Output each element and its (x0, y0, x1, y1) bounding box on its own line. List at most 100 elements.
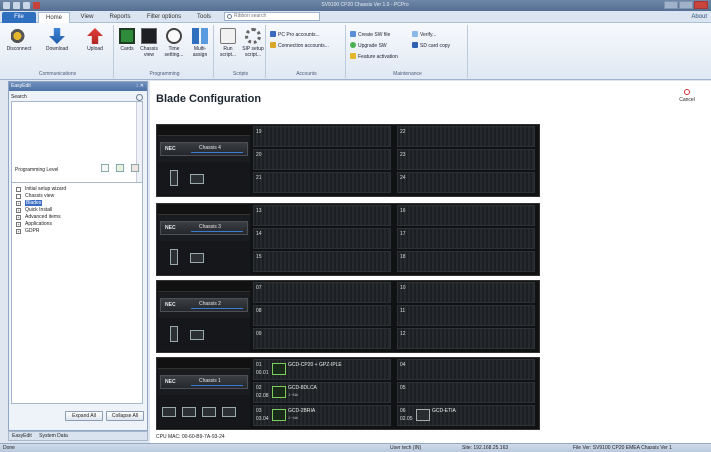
chassis-4[interactable]: NEC Chassis 4 19 22 20 23 21 24 (156, 124, 540, 197)
chassis-view-button[interactable]: Chassis view (138, 28, 160, 58)
tree-item-gdpr[interactable]: + GDPR (16, 228, 142, 235)
time-setting-button[interactable]: Time setting... (162, 28, 186, 58)
run-script-button[interactable]: Run script... (216, 28, 240, 58)
clock-icon (166, 28, 182, 44)
blade-slot[interactable]: 11 (397, 305, 535, 326)
chassis-2[interactable]: NEC Chassis 2 07 10 08 11 09 12 (156, 280, 540, 353)
blade-slot[interactable]: 07 (253, 282, 391, 303)
group-label: Communications (38, 71, 77, 77)
slot-number: 02 (256, 385, 262, 391)
about-link[interactable]: About (691, 12, 707, 23)
slot-number: 09 (256, 331, 262, 337)
blade-slot[interactable]: 10 (397, 282, 535, 303)
chassis-front: NEC Chassis 2 (158, 282, 250, 351)
tab-easyedit[interactable]: EasyEdit (9, 433, 35, 439)
tab-filter-options[interactable]: Filter options (142, 12, 186, 23)
tab-system-data[interactable]: System Data (36, 433, 71, 439)
blade-slot[interactable]: 08 (253, 305, 391, 326)
tab-reports[interactable]: Reports (104, 12, 136, 23)
slot-number: 19 (256, 129, 262, 135)
collapse-all-button[interactable]: Collapse All (106, 411, 144, 421)
cpu-mac-label: CPU MAC: 00-60-B9-7A-93-24 (156, 434, 225, 440)
stop-icon[interactable] (33, 2, 40, 9)
status-text: Done (3, 445, 15, 451)
blade-slot[interactable]: 14 (253, 228, 391, 249)
tree-item-quick-install[interactable]: + Quick Install (16, 207, 142, 214)
slot-number: 15 (256, 254, 262, 260)
blade-slot[interactable]: 19 (253, 126, 391, 147)
app-icon (3, 2, 10, 9)
ribbon-search-input[interactable]: Ribbon search (224, 12, 320, 21)
tree-item-chassis-view[interactable]: Chassis view (16, 193, 142, 200)
blade-slot[interactable]: 02 02.08 GCD-8DLCA 1~8äí (253, 382, 391, 403)
level-2-button[interactable] (116, 164, 124, 172)
blade-slot[interactable]: 15 (253, 251, 391, 272)
undo-icon[interactable] (23, 2, 30, 9)
cards-button[interactable]: Cards (116, 28, 138, 52)
sip-setup-script-button[interactable]: SIP setup script... (241, 28, 265, 58)
tree-item-initial-setup-wizard[interactable]: Initial setup wizard (16, 186, 142, 193)
blade-slot[interactable]: 05 (397, 382, 535, 403)
pin-close-icons[interactable]: ↕ ✕ (136, 82, 144, 91)
cancel-button[interactable]: Cancel (677, 89, 697, 103)
search-icon (227, 14, 232, 19)
blade-slot[interactable]: 22 (397, 126, 535, 147)
blade-slot[interactable]: 12 (397, 328, 535, 349)
blade-slot[interactable]: 20 (253, 149, 391, 170)
tab-file[interactable]: File (2, 12, 36, 23)
slot-number: 05 (400, 385, 406, 391)
tab-view[interactable]: View (74, 12, 100, 23)
chassis-label: NEC Chassis 4 (160, 142, 248, 156)
upgrade-sw-button[interactable]: Upgrade SW (350, 42, 387, 50)
disconnect-button[interactable]: Disconnect (4, 28, 34, 52)
download-button[interactable]: Download (42, 28, 72, 52)
connection-accounts-button[interactable]: Connection accounts... (270, 42, 329, 50)
maximize-button[interactable] (679, 1, 693, 9)
expand-all-button[interactable]: Expand All (65, 411, 103, 421)
slot-number: 24 (400, 175, 406, 181)
blade-slot[interactable]: 03 03.04 GCD-2BRIA 1~4äí (253, 405, 391, 426)
slot-number: 21 (256, 175, 262, 181)
save-icon[interactable] (13, 2, 20, 9)
nec-logo: NEC (165, 225, 176, 231)
blade-slot[interactable]: 13 (253, 205, 391, 226)
tree-item-advanced-items[interactable]: + Advanced items (16, 214, 142, 221)
chassis-top (158, 205, 250, 215)
slot-number: 18 (400, 254, 406, 260)
status-bar: Done User tech (IN) Site: 192.168.25.163… (0, 443, 711, 452)
tab-home[interactable]: Home (38, 12, 70, 23)
blade-slot[interactable]: 23 (397, 149, 535, 170)
sd-card-copy-button[interactable]: SD card copy (412, 42, 450, 50)
verify-button[interactable]: Verify... (412, 31, 436, 39)
level-3-button[interactable] (131, 164, 139, 172)
close-button[interactable] (694, 1, 708, 9)
chassis-label-line (191, 231, 243, 232)
level-1-button[interactable] (101, 164, 109, 172)
slot-port-range: 02.08 (256, 393, 269, 399)
feature-activation-button[interactable]: Feature activation (350, 53, 398, 61)
minimize-button[interactable] (664, 1, 678, 9)
users-icon (270, 31, 276, 37)
tree-item-blades[interactable]: + Blades (16, 200, 142, 207)
multi-assign-button[interactable]: Multi-assign (188, 28, 212, 58)
blade-slot[interactable]: 21 (253, 172, 391, 193)
blade-slot[interactable]: 17 (397, 228, 535, 249)
create-sw-file-button[interactable]: Create SW file (350, 31, 390, 39)
slot-port-range: 02.05 (400, 416, 413, 422)
blade-slot[interactable]: 16 (397, 205, 535, 226)
blade-slot[interactable]: 09 (253, 328, 391, 349)
blade-slot[interactable]: 24 (397, 172, 535, 193)
chassis-3[interactable]: NEC Chassis 3 13 16 14 17 15 18 (156, 203, 540, 276)
slot-number: 14 (256, 231, 262, 237)
tab-tools[interactable]: Tools (190, 12, 218, 23)
pc-pro-accounts-button[interactable]: PC Pro accounts... (270, 31, 320, 39)
tree-item-applications[interactable]: + Applications (16, 221, 142, 228)
pane-bottom-tabs: EasyEdit System Data (8, 431, 148, 441)
chassis-1[interactable]: NEC Chassis 1 01 00.01 GCD-CP20 + GPZ-IPLE 04… (156, 357, 540, 430)
blade-slot[interactable]: 01 00.01 GCD-CP20 + GPZ-IPLE (253, 359, 391, 380)
blade-slot[interactable]: 06 02.05 GCD-ETIA (397, 405, 535, 426)
blade-slot[interactable]: 18 (397, 251, 535, 272)
blade-slot[interactable]: 04 (397, 359, 535, 380)
upload-button[interactable]: Upload (80, 28, 110, 52)
slot-grid: 13 16 14 17 15 18 (253, 205, 539, 274)
